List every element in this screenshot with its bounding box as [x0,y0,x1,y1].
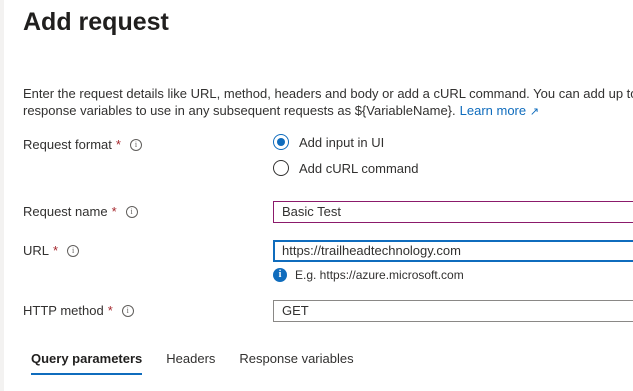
url-label-text: URL [23,243,50,258]
url-hint-text: E.g. https://azure.microsoft.com [295,268,464,282]
info-icon[interactable]: i [121,304,134,317]
request-name-input[interactable]: Basic Test [273,201,633,223]
required-marker: * [111,204,117,219]
radio-add-curl-command-label: Add cURL command [299,160,419,176]
tab-headers[interactable]: Headers [158,349,223,375]
learn-more-label: Learn more [459,103,527,118]
radio-selected-indicator[interactable] [273,134,289,150]
info-icon[interactable]: i [67,244,80,257]
http-method-label-text: HTTP method [23,303,104,318]
info-filled-icon: i [273,268,287,282]
http-method-select[interactable]: GET [273,300,633,322]
description: Enter the request details like URL, meth… [23,85,633,121]
request-name-label: Request name * i [23,204,138,219]
request-name-label-text: Request name [23,204,108,219]
request-tabs: Query parameters Headers Response variab… [23,349,370,375]
external-link-icon: ↗ [529,106,539,118]
panel-left-edge [0,0,4,391]
page-title: Add request [23,8,169,36]
description-line-2-text: response variables to use in any subsequ… [23,103,456,118]
required-marker: * [53,243,59,258]
required-marker: * [115,137,121,152]
url-hint: i E.g. https://azure.microsoft.com [273,268,464,282]
required-marker: * [107,303,113,318]
info-icon[interactable]: i [125,205,138,218]
url-label: URL * i [23,243,80,258]
radio-add-input-in-ui-label: Add input in UI [299,134,385,150]
tab-response-variables[interactable]: Response variables [231,349,361,375]
radio-unselected-indicator[interactable] [273,160,289,176]
radio-add-curl-command[interactable]: Add cURL command [273,160,418,176]
request-format-label: Request format * i [23,137,142,152]
url-input[interactable]: https://trailheadtechnology.com [273,240,633,262]
request-format-label-text: Request format [23,137,112,152]
description-line-2: response variables to use in any subsequ… [23,102,633,121]
description-line-1: Enter the request details like URL, meth… [23,86,633,101]
info-icon[interactable]: i [129,138,142,151]
radio-add-input-in-ui[interactable]: Add input in UI [273,134,384,150]
tab-query-parameters[interactable]: Query parameters [23,349,150,375]
http-method-label: HTTP method * i [23,303,134,318]
learn-more-link[interactable]: Learn more ↗ [460,103,539,118]
